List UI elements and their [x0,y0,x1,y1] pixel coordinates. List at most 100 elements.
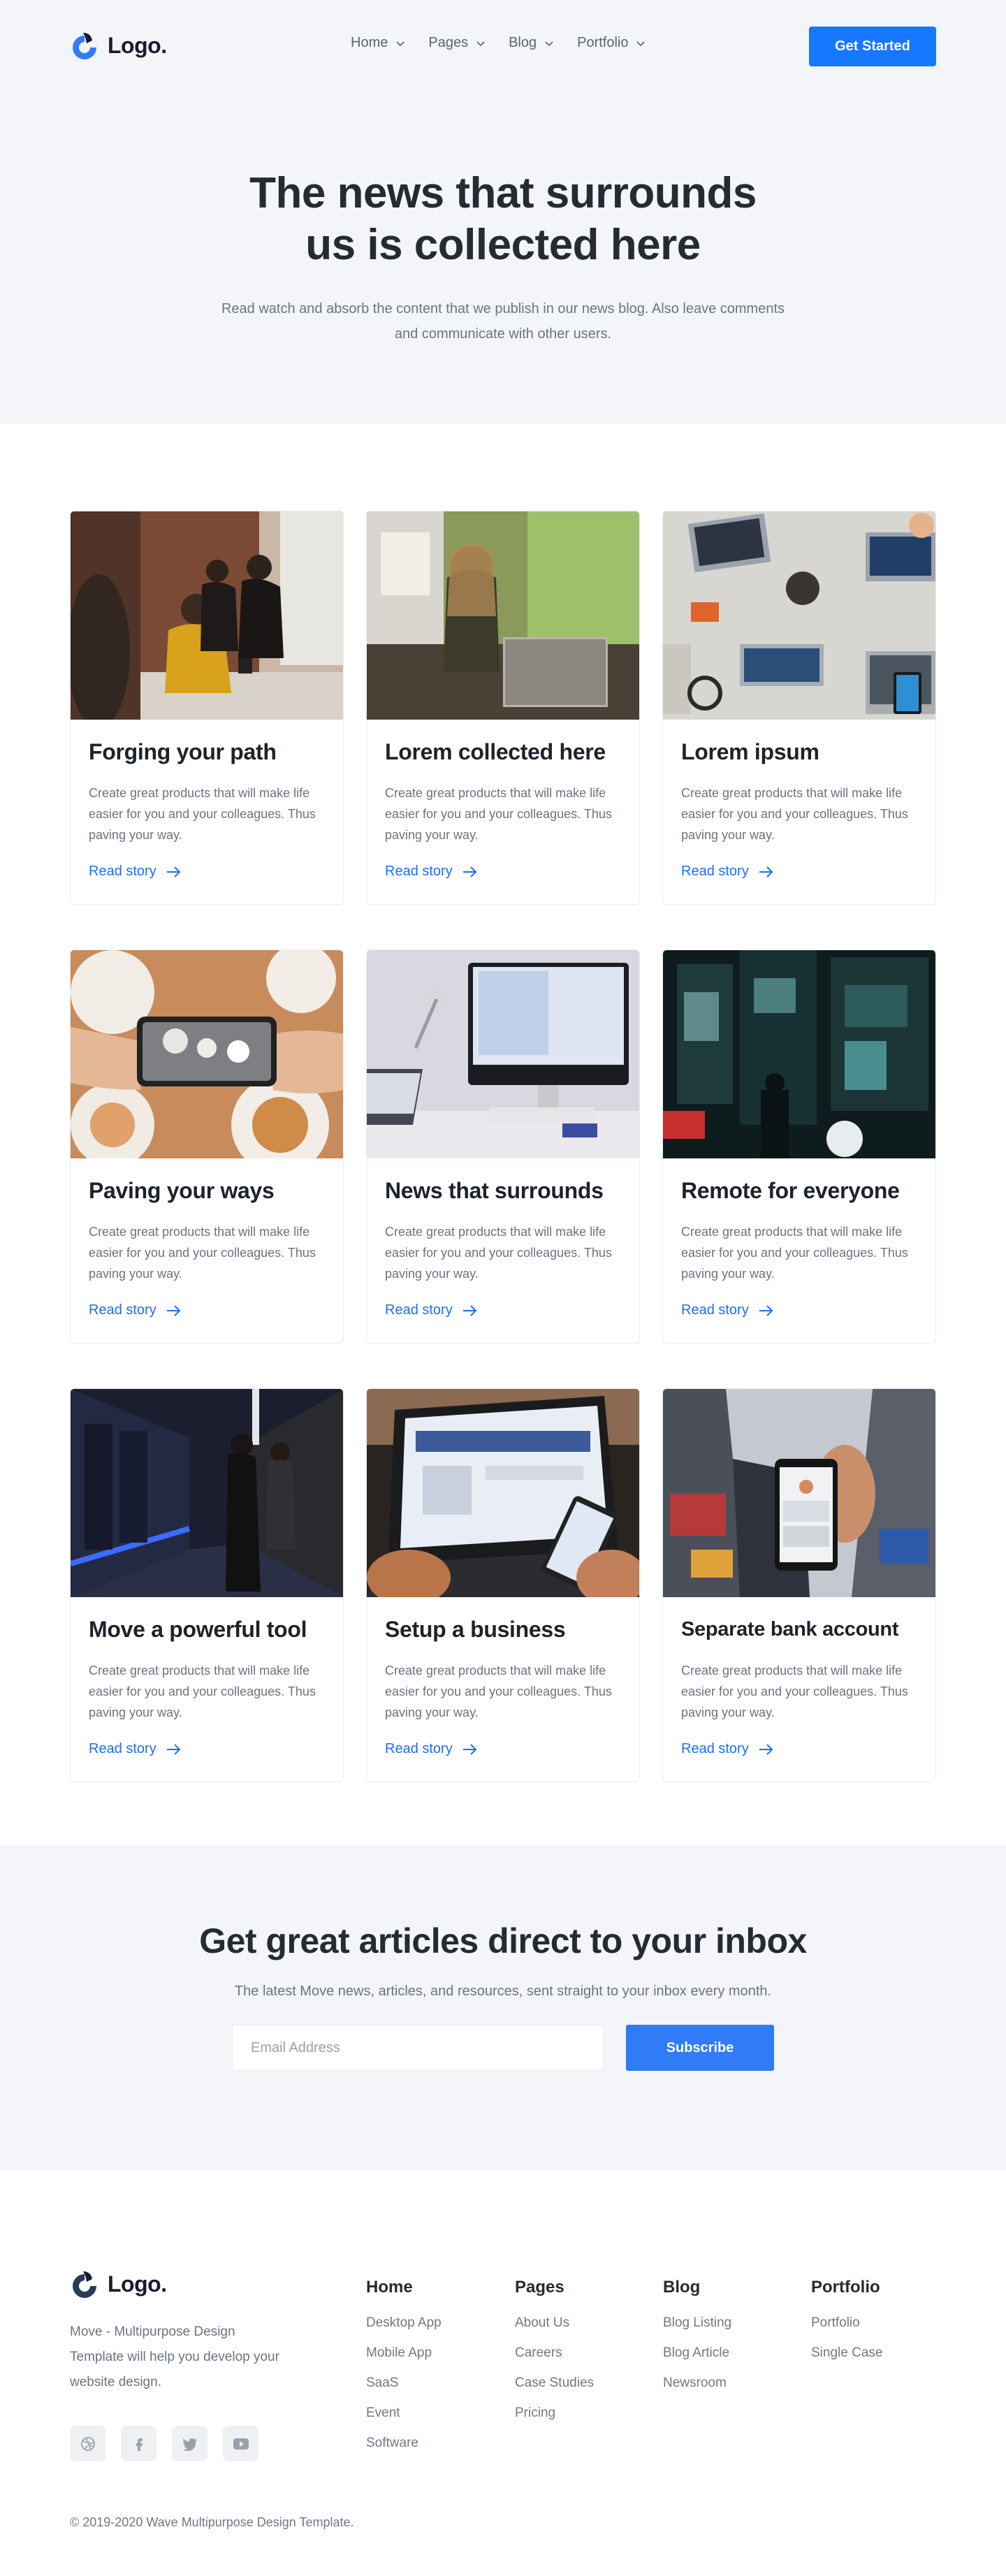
desk-laptops-photo[interactable] [663,511,935,720]
blog-card[interactable]: Setup a business Create great products t… [366,1388,640,1782]
card-text: Create great products that will make lif… [681,1664,908,1719]
food-phone-photo[interactable] [71,950,343,1158]
footer-logo[interactable]: Logo. [70,2269,279,2299]
card-text: Create great products that will make lif… [89,786,316,842]
card-body: Paving your ways Create great products t… [71,1158,343,1318]
hero-title: The news that surrounds us is collected … [0,168,1006,271]
footer-column-pages: Pages About Us Careers Case Studies Pric… [515,2278,594,2434]
footer-description: Move - Multipurpose Design Template will… [70,2324,279,2389]
read-story-link[interactable]: Read story [385,1302,621,1318]
subscribe-button[interactable]: Subscribe [626,2025,774,2071]
read-story-label: Read story [89,1302,156,1318]
footer-link[interactable]: Portfolio [811,2314,882,2331]
footer-link[interactable]: Blog Article [663,2344,731,2362]
laptop-phone-photo[interactable] [367,1389,639,1597]
footer-link[interactable]: Event [366,2404,442,2422]
logo-mark-icon [73,33,96,59]
nav-label: Blog [509,35,537,50]
woman-laptop-photo[interactable] [367,511,639,720]
footer-link[interactable]: Software [366,2434,442,2452]
nav-item-home[interactable]: Home [351,35,404,51]
blog-card[interactable]: Forging your path Create great products … [70,511,344,905]
footer-link[interactable]: Newsroom [663,2374,731,2392]
card-title: Separate bank account [681,1618,899,1640]
people-cafe-photo[interactable] [71,511,343,720]
blog-card-grid: Forging your path Create great products … [70,511,936,1782]
top-navbar: Logo. Home Pages Blog Portfolio Get Star… [0,0,1006,91]
read-story-link[interactable]: Read story [385,1741,621,1757]
card-body: Move a powerful tool Create great produc… [71,1597,343,1757]
footer-link[interactable]: Desktop App [366,2314,442,2331]
read-story-link[interactable]: Read story [385,864,621,880]
read-story-link[interactable]: Read story [89,864,325,880]
twitter-icon[interactable] [172,2426,207,2461]
card-text: Create great products that will make lif… [681,1225,908,1281]
newsletter-section: Get great articles direct to your inbox … [0,1845,1006,2170]
newsletter-subtitle: The latest Move news, articles, and reso… [234,1984,772,1999]
card-title: Forging your path [89,739,277,764]
read-story-link[interactable]: Read story [681,1741,917,1757]
footer-column-portfolio: Portfolio Portfolio Single Case [811,2278,882,2374]
read-story-label: Read story [385,864,453,879]
logo-mark-icon [73,2271,96,2298]
blog-card[interactable]: Move a powerful tool Create great produc… [70,1388,344,1782]
card-body: Lorem collected here Create great produc… [367,720,639,880]
footer-column-title: Blog [663,2278,701,2297]
footer-link[interactable]: Single Case [811,2344,882,2362]
footer-link[interactable]: SaaS [366,2374,442,2392]
card-title: News that surrounds [385,1178,604,1203]
card-title: Remote for everyone [681,1178,900,1203]
facebook-icon[interactable] [121,2426,156,2461]
arrow-right-icon [759,1743,773,1755]
read-story-link[interactable]: Read story [681,1302,917,1318]
read-story-link[interactable]: Read story [681,864,917,880]
read-story-label: Read story [89,1741,156,1756]
blog-card[interactable]: Remote for everyone Create great product… [662,949,936,1344]
footer-column-title: Portfolio [811,2278,880,2297]
city-night-photo[interactable] [663,950,935,1158]
card-body: Lorem ipsum Create great products that w… [663,720,935,880]
footer-column-title: Home [366,2278,413,2297]
blog-card[interactable]: News that surrounds Create great product… [366,949,640,1344]
youtube-icon[interactable] [223,2426,258,2461]
footer-brand: Logo. Move - Multipurpose Design Templat… [70,2269,279,2461]
card-text: Create great products that will make lif… [385,1664,612,1719]
blog-card[interactable]: Lorem collected here Create great produc… [366,511,640,905]
read-story-link[interactable]: Read story [89,1741,325,1757]
card-text: Create great products that will make lif… [385,786,612,842]
blog-card[interactable]: Paving your ways Create great products t… [70,949,344,1344]
card-title: Lorem collected here [385,739,606,764]
footer-link[interactable]: Mobile App [366,2344,442,2362]
nav-label: Pages [428,35,469,50]
read-story-label: Read story [681,864,749,879]
footer-link[interactable]: Careers [515,2344,594,2362]
footer-link[interactable]: Pricing [515,2404,594,2422]
card-body: Setup a business Create great products t… [367,1597,639,1757]
footer-column-blog: Blog Blog Listing Blog Article Newsroom [663,2278,731,2404]
read-story-link[interactable]: Read story [89,1302,325,1318]
blog-card[interactable]: Separate bank account Create great produ… [662,1388,936,1782]
hero-section: Logo. Home Pages Blog Portfolio Get Star… [0,0,1006,424]
card-title: Move a powerful tool [89,1617,307,1642]
brand-logo[interactable]: Logo. [70,31,167,60]
get-started-button[interactable]: Get Started [809,27,936,66]
footer-link[interactable]: About Us [515,2314,594,2331]
dribbble-icon[interactable] [70,2426,105,2461]
arrow-right-icon [759,866,773,878]
nav-item-pages[interactable]: Pages [428,35,485,51]
nav-label: Portfolio [577,35,629,50]
blog-card[interactable]: Lorem ipsum Create great products that w… [662,511,936,905]
nav-item-blog[interactable]: Blog [509,35,553,51]
nav-item-portfolio[interactable]: Portfolio [577,35,646,51]
phone-city-photo[interactable] [663,1389,935,1597]
footer-link[interactable]: Case Studies [515,2374,594,2392]
imac-desk-photo[interactable] [367,950,639,1158]
card-body: Separate bank account Create great produ… [663,1597,935,1757]
chevron-down-icon [545,41,553,46]
read-story-label: Read story [385,1302,453,1318]
chevron-down-icon [396,41,404,46]
server-room-photo[interactable] [71,1389,343,1597]
read-story-label: Read story [681,1302,749,1318]
email-input[interactable] [232,2025,604,2071]
footer-link[interactable]: Blog Listing [663,2314,731,2331]
